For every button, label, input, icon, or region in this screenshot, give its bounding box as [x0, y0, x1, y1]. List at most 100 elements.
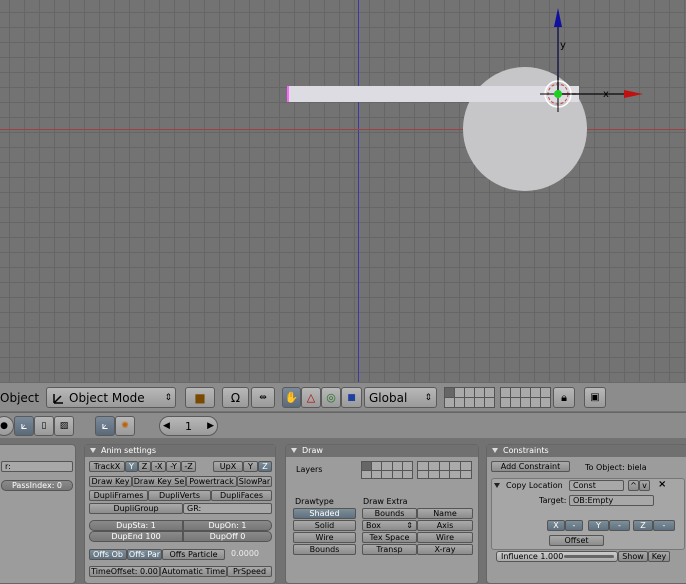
dupliframes-button[interactable]: DupliFrames — [89, 490, 148, 501]
object-layers-left[interactable] — [361, 461, 413, 479]
dupoff-field[interactable]: DupOff 0 — [183, 531, 272, 542]
dupend-field[interactable]: DupEnd 100 — [89, 531, 183, 542]
timeoffset-field[interactable]: TimeOffset: 0.00 — [89, 566, 160, 577]
panel-header[interactable]: Constraints — [487, 445, 686, 457]
track-my-button[interactable]: -Y — [166, 461, 181, 472]
slowpar-button[interactable]: SlowPar — [237, 476, 272, 487]
group-field[interactable]: GR: — [183, 503, 272, 514]
physics-sub-button[interactable]: ✺ — [115, 416, 135, 436]
key-button[interactable]: Key — [648, 551, 670, 562]
invert-x-button[interactable]: - — [565, 520, 583, 531]
solid-button[interactable]: Solid — [293, 520, 356, 531]
copy-x-button[interactable]: X — [547, 520, 565, 531]
3d-viewport[interactable]: y x — [0, 0, 686, 382]
copy-z-button[interactable]: Z — [633, 520, 653, 531]
rotate-manip-button[interactable]: ◎ — [321, 387, 341, 408]
constraint-name-field[interactable]: Const — [569, 480, 624, 491]
powertrack-button[interactable]: Powertrack — [186, 476, 237, 487]
dupon-field[interactable]: DupOn: 1 — [183, 520, 272, 531]
collapse-triangle-icon — [492, 448, 498, 453]
offs-ob-button[interactable]: Offs Ob — [89, 549, 127, 560]
mode-select[interactable]: Object Mode ⇕ — [46, 387, 176, 408]
to-object-label: To Object: biela — [585, 463, 647, 472]
close-icon[interactable]: × — [658, 479, 666, 490]
dupligroup-button[interactable]: DupliGroup — [89, 503, 183, 514]
svg-text:x: x — [603, 89, 609, 100]
track-mz-button[interactable]: -Z — [181, 461, 196, 472]
move-up-button[interactable]: ^ — [628, 480, 639, 491]
offset-button[interactable]: Offset — [549, 535, 604, 546]
invert-z-button[interactable]: - — [653, 520, 675, 531]
upx-button[interactable]: UpX — [213, 461, 243, 472]
draw-key-sel-button[interactable]: Draw Key Se — [132, 476, 186, 487]
trackx-button[interactable]: TrackX — [89, 461, 125, 472]
panel-header[interactable]: Anim settings — [85, 445, 275, 457]
object-context-button[interactable]: ⟀ — [14, 416, 34, 436]
pass-index-field[interactable]: PassIndex: 0 — [1, 480, 73, 491]
transform-manipulator-icon[interactable]: y x — [530, 5, 650, 115]
bounds-type-select[interactable]: Box ⇕ — [362, 520, 417, 531]
up-z-button[interactable]: Z — [258, 461, 272, 472]
editing-context-button[interactable]: ▯ — [34, 416, 54, 436]
duplifaces-button[interactable]: DupliFaces — [211, 490, 272, 501]
track-z-button[interactable]: Z — [138, 461, 151, 472]
track-mx-button[interactable]: -X — [151, 461, 166, 472]
up-y-button[interactable]: Y — [243, 461, 258, 472]
layer-buttons-right[interactable] — [500, 387, 551, 408]
prspeed-button[interactable]: PrSpeed — [227, 566, 272, 577]
shading-context-button[interactable]: ● — [0, 416, 14, 436]
scene-context-button[interactable]: ▨ — [54, 416, 74, 436]
bounds-button[interactable]: Bounds — [362, 508, 417, 519]
render-button[interactable]: ▣ — [584, 387, 606, 408]
shaded-button[interactable]: Shaded — [293, 508, 356, 519]
name-button[interactable]: Name — [417, 508, 473, 519]
axis-button[interactable]: Axis — [417, 520, 473, 531]
collapse-triangle-icon — [291, 448, 297, 453]
hand-button[interactable]: ✋ — [282, 387, 301, 408]
pivot-select[interactable]: Ω — [222, 387, 249, 408]
influence-slider[interactable]: Influence 1.000 — [496, 551, 618, 562]
object-mode-icon — [53, 393, 63, 404]
add-constraint-button[interactable]: Add Constraint — [491, 461, 570, 472]
layer-buttons-left[interactable] — [444, 387, 495, 408]
target-field[interactable]: OB:Empty — [569, 495, 654, 506]
object-layers-right[interactable] — [417, 461, 472, 479]
y-axis-line — [358, 0, 359, 382]
constraint-collapse-icon[interactable] — [494, 483, 500, 488]
copy-y-button[interactable]: Y — [588, 520, 609, 531]
offs-par-button[interactable]: Offs Par — [127, 549, 162, 560]
move-down-button[interactable]: v — [639, 480, 650, 491]
sphere-icon: ● — [0, 421, 8, 431]
show-button[interactable]: Show — [618, 551, 648, 562]
wire-extra-button[interactable]: Wire — [417, 532, 473, 543]
editor-label: Object — [0, 391, 40, 405]
orientation-select[interactable]: Global ⇕ — [364, 387, 437, 408]
translate-button[interactable]: △ — [301, 387, 321, 408]
offs-particle-button[interactable]: Offs Particle — [162, 549, 225, 560]
object-name-field[interactable]: r: — [1, 461, 73, 472]
axes-icon: ⟀ — [101, 419, 109, 432]
draw-key-button[interactable]: Draw Key — [89, 476, 132, 487]
viewport-shading-select[interactable]: ■ — [185, 387, 215, 408]
dupliverts-button[interactable]: DupliVerts — [148, 490, 211, 501]
track-y-button[interactable]: Y — [125, 461, 138, 472]
automatic-time-button[interactable]: Automatic Time — [160, 566, 227, 577]
scale-button[interactable]: ■ — [341, 387, 362, 408]
frame-counter[interactable]: ◀ 1 ▶ — [159, 416, 218, 436]
manipulator-toggle[interactable]: ⇹ — [251, 387, 275, 408]
render-icon: ▣ — [590, 392, 600, 403]
lock-button[interactable]: 🔒︎ — [553, 387, 575, 408]
dupsta-field[interactable]: DupSta: 1 — [89, 520, 183, 531]
panel-header[interactable]: Draw — [286, 445, 478, 457]
circle-icon: ◎ — [326, 391, 336, 404]
xray-button[interactable]: X-ray — [417, 544, 473, 555]
orientation-label: Global — [369, 390, 408, 405]
image-icon: ▨ — [59, 421, 69, 431]
invert-y-button[interactable]: - — [609, 520, 630, 531]
object-sub-button[interactable]: ⟀ — [95, 416, 115, 436]
wire-button[interactable]: Wire — [293, 532, 356, 543]
texspace-button[interactable]: Tex Space — [362, 532, 417, 543]
draw-extra-label: Draw Extra — [363, 497, 408, 506]
transp-button[interactable]: Transp — [362, 544, 417, 555]
bounds-drawtype-button[interactable]: Bounds — [293, 544, 356, 555]
